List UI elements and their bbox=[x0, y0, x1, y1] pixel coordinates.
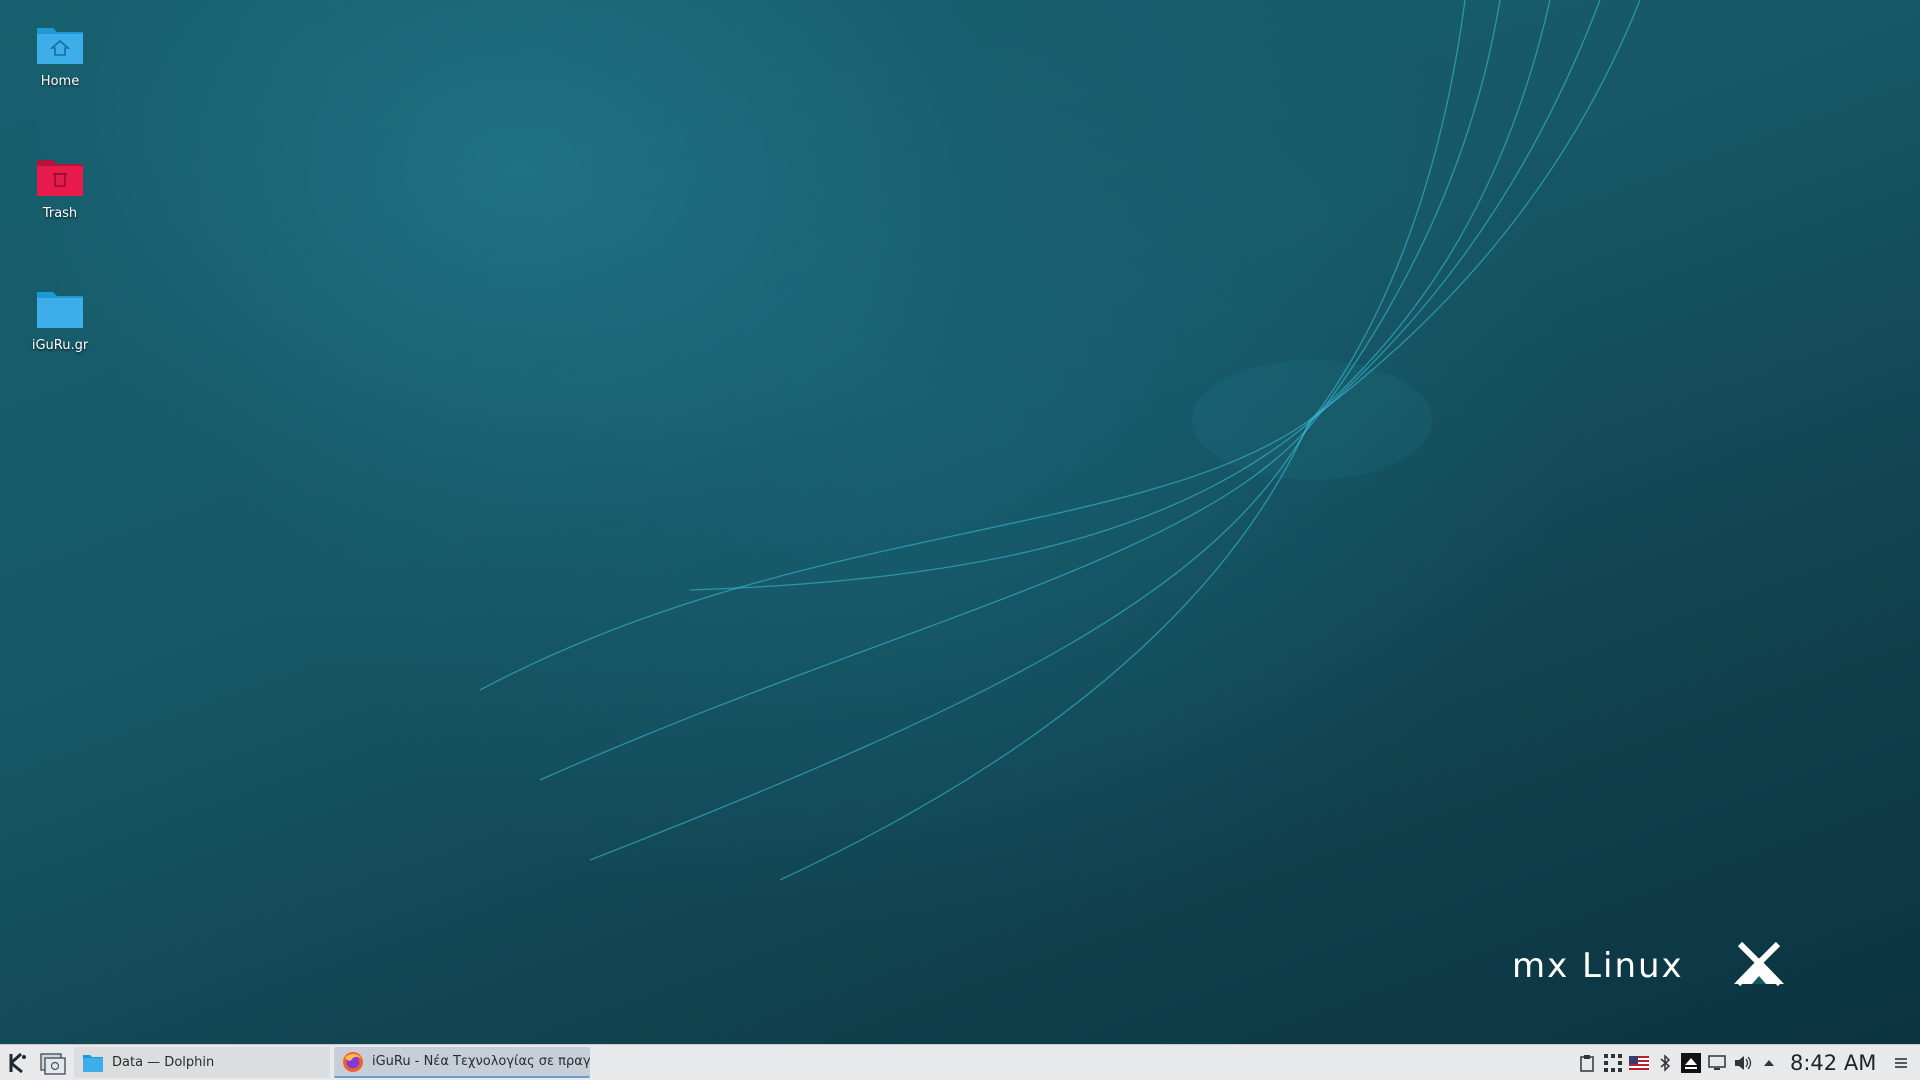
desktop-icon-label: iGuRu.gr bbox=[31, 338, 89, 353]
logo-text: mx Linux bbox=[1512, 946, 1684, 986]
eject-icon[interactable] bbox=[1680, 1052, 1702, 1074]
display-icon[interactable] bbox=[1706, 1052, 1728, 1074]
dolphin-folder-icon bbox=[83, 1054, 103, 1072]
desktop-icon-iguru[interactable]: iGuRu.gr bbox=[18, 286, 102, 353]
hamburger-menu-icon[interactable] bbox=[1890, 1052, 1912, 1074]
network-grid-icon[interactable] bbox=[1602, 1052, 1624, 1074]
bluetooth-icon[interactable] bbox=[1654, 1052, 1676, 1074]
digital-clock[interactable]: 8:42 AM bbox=[1790, 1049, 1876, 1077]
taskbar: Data — Dolphin iGuRu - Νέα Τεχνολογίας σ… bbox=[0, 1044, 1920, 1080]
wallpaper-swoosh-lines bbox=[479, 0, 1641, 881]
task-label: Data — Dolphin bbox=[112, 1055, 215, 1070]
clipboard-icon[interactable] bbox=[1576, 1052, 1598, 1074]
desktop-icon-label: Home bbox=[40, 74, 80, 89]
folder-icon bbox=[37, 292, 83, 328]
kde-launcher-icon bbox=[9, 1052, 26, 1074]
trash-folder-icon bbox=[37, 160, 83, 196]
task-label: iGuRu - Νέα Τεχνολογίας σε πραγ... bbox=[372, 1054, 590, 1069]
mx-logo-mark-icon bbox=[1734, 941, 1784, 987]
volume-icon[interactable] bbox=[1732, 1052, 1754, 1074]
system-tray bbox=[1576, 1045, 1784, 1081]
mx-linux-logo: mx Linux bbox=[1512, 940, 1792, 1000]
home-folder-icon bbox=[37, 28, 83, 64]
desktop[interactable]: Home Trash iGuRu.gr mx Linux bbox=[0, 0, 1920, 1044]
us-flag-icon[interactable] bbox=[1628, 1052, 1650, 1074]
show-desktop-icon bbox=[40, 1053, 66, 1075]
application-launcher-button[interactable] bbox=[2, 1047, 34, 1079]
desktop-icon-home[interactable]: Home bbox=[18, 22, 102, 89]
firefox-icon bbox=[343, 1051, 363, 1072]
task-firefox[interactable]: iGuRu - Νέα Τεχνολογίας σε πραγ... bbox=[334, 1047, 590, 1078]
show-desktop-button[interactable] bbox=[36, 1047, 70, 1079]
desktop-icon-trash[interactable]: Trash bbox=[18, 154, 102, 221]
task-dolphin[interactable]: Data — Dolphin bbox=[74, 1047, 330, 1078]
desktop-icon-label: Trash bbox=[42, 206, 78, 221]
expand-tray-icon[interactable] bbox=[1758, 1052, 1780, 1074]
